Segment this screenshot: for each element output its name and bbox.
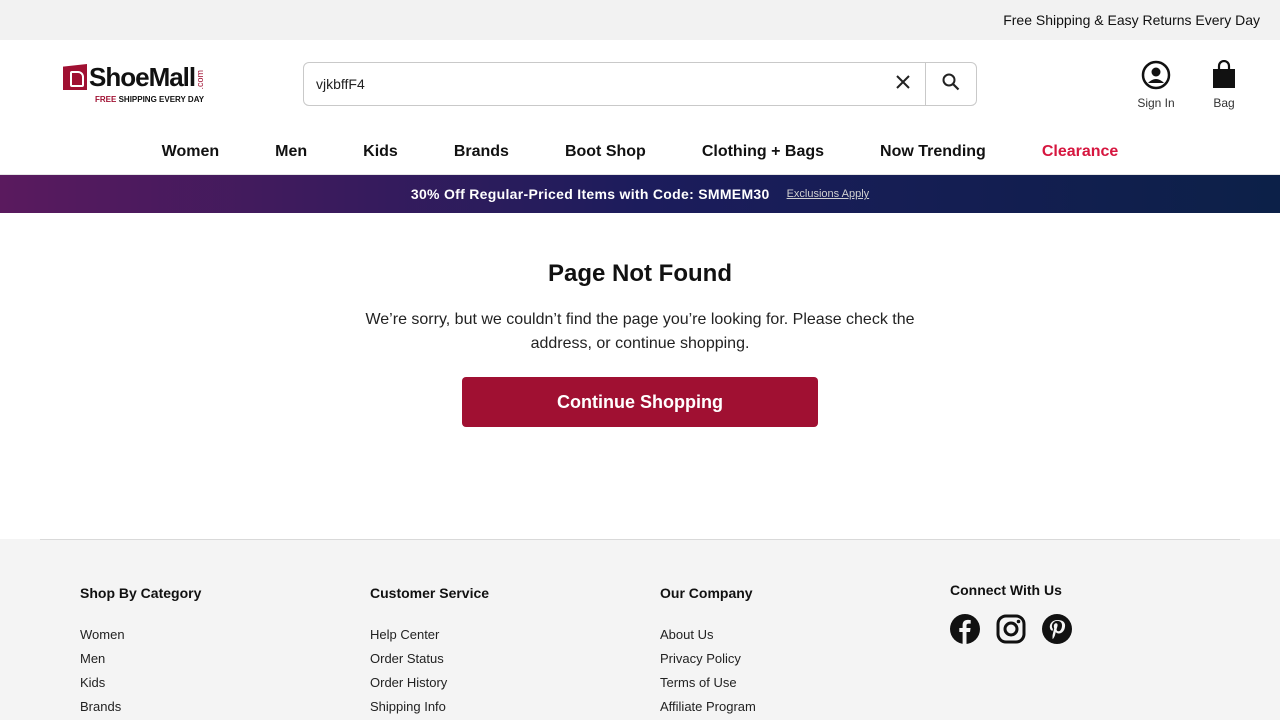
shoemall-logo[interactable]: ShoeMall .com FREE SHIPPING EVERY DAY [63, 64, 223, 108]
instagram-icon[interactable] [996, 614, 1026, 644]
sign-in-label: Sign In [1137, 96, 1175, 110]
sign-in-button[interactable]: Sign In [1126, 60, 1186, 110]
footer-heading: Customer Service [370, 585, 490, 601]
footer-link-shipping-info[interactable]: Shipping Info [370, 695, 489, 719]
footer-social: Connect With Us [950, 582, 1072, 644]
nav-clothing-bags[interactable]: Clothing + Bags [674, 128, 852, 175]
continue-shopping-button[interactable]: Continue Shopping [462, 377, 818, 427]
nav-boot-shop[interactable]: Boot Shop [537, 128, 674, 175]
search-icon [942, 73, 960, 96]
footer-heading: Connect With Us [950, 582, 1062, 598]
close-icon [896, 74, 910, 94]
footer: Shop By Category Women Men Kids Brands C… [0, 539, 1280, 720]
shipping-message: Free Shipping & Easy Returns Every Day [1003, 12, 1260, 28]
footer-heading: Shop By Category [80, 585, 202, 601]
nav-clearance[interactable]: Clearance [1014, 128, 1147, 175]
logo-suffix: .com [195, 70, 206, 90]
promo-text: 30% Off Regular-Priced Items with Code: … [410, 186, 770, 202]
logo-mark-icon [63, 64, 87, 90]
footer-heading: Our Company [660, 585, 753, 601]
nav-kids[interactable]: Kids [335, 128, 426, 175]
nav-now-trending[interactable]: Now Trending [852, 128, 1014, 175]
nav-men[interactable]: Men [247, 128, 335, 175]
pinterest-icon[interactable] [1042, 614, 1072, 644]
footer-link-terms-of-use[interactable]: Terms of Use [660, 671, 756, 695]
logo-wordmark: ShoeMall [89, 62, 196, 92]
footer-col-customer-service: Customer Service Help Center Order Statu… [370, 585, 489, 719]
logo-tagline: FREE SHIPPING EVERY DAY [95, 95, 205, 104]
header: ShoeMall .com FREE SHIPPING EVERY DAY Si… [0, 40, 1280, 128]
not-found-message: We’re sorry, but we couldn’t find the pa… [365, 311, 915, 352]
page-title: Page Not Found [548, 260, 732, 287]
footer-link-help-center[interactable]: Help Center [370, 623, 489, 647]
main-navigation: Women Men Kids Brands Boot Shop Clothing… [0, 128, 1280, 175]
footer-link-order-status[interactable]: Order Status [370, 647, 489, 671]
nav-brands[interactable]: Brands [426, 128, 537, 175]
footer-col-shop-by-category: Shop By Category Women Men Kids Brands [80, 585, 201, 719]
footer-link-kids[interactable]: Kids [80, 671, 201, 695]
not-found-section: Page Not Found We’re sorry, but we could… [0, 260, 1280, 427]
bag-button[interactable]: Bag [1194, 60, 1254, 110]
bag-label: Bag [1213, 96, 1235, 110]
footer-link-men[interactable]: Men [80, 647, 201, 671]
clear-search-button[interactable] [881, 63, 925, 105]
nav-women[interactable]: Women [134, 128, 247, 175]
footer-col-our-company: Our Company About Us Privacy Policy Term… [660, 585, 756, 719]
footer-link-order-history[interactable]: Order History [370, 671, 489, 695]
search-input[interactable] [304, 63, 881, 105]
exclusions-link[interactable]: Exclusions Apply [787, 188, 870, 200]
top-announcement-bar: Free Shipping & Easy Returns Every Day [0, 0, 1280, 40]
shopping-bag-icon [1194, 60, 1254, 90]
footer-link-affiliate-program[interactable]: Affiliate Program [660, 695, 756, 719]
search-button[interactable] [925, 63, 976, 105]
search-bar [303, 62, 977, 106]
footer-link-brands[interactable]: Brands [80, 695, 201, 719]
footer-link-women[interactable]: Women [80, 623, 201, 647]
footer-divider [40, 539, 1240, 540]
footer-link-about-us[interactable]: About Us [660, 623, 756, 647]
footer-link-privacy-policy[interactable]: Privacy Policy [660, 647, 756, 671]
facebook-icon[interactable] [950, 614, 980, 644]
user-circle-icon [1126, 60, 1186, 90]
promo-banner: 30% Off Regular-Priced Items with Code: … [0, 175, 1280, 213]
